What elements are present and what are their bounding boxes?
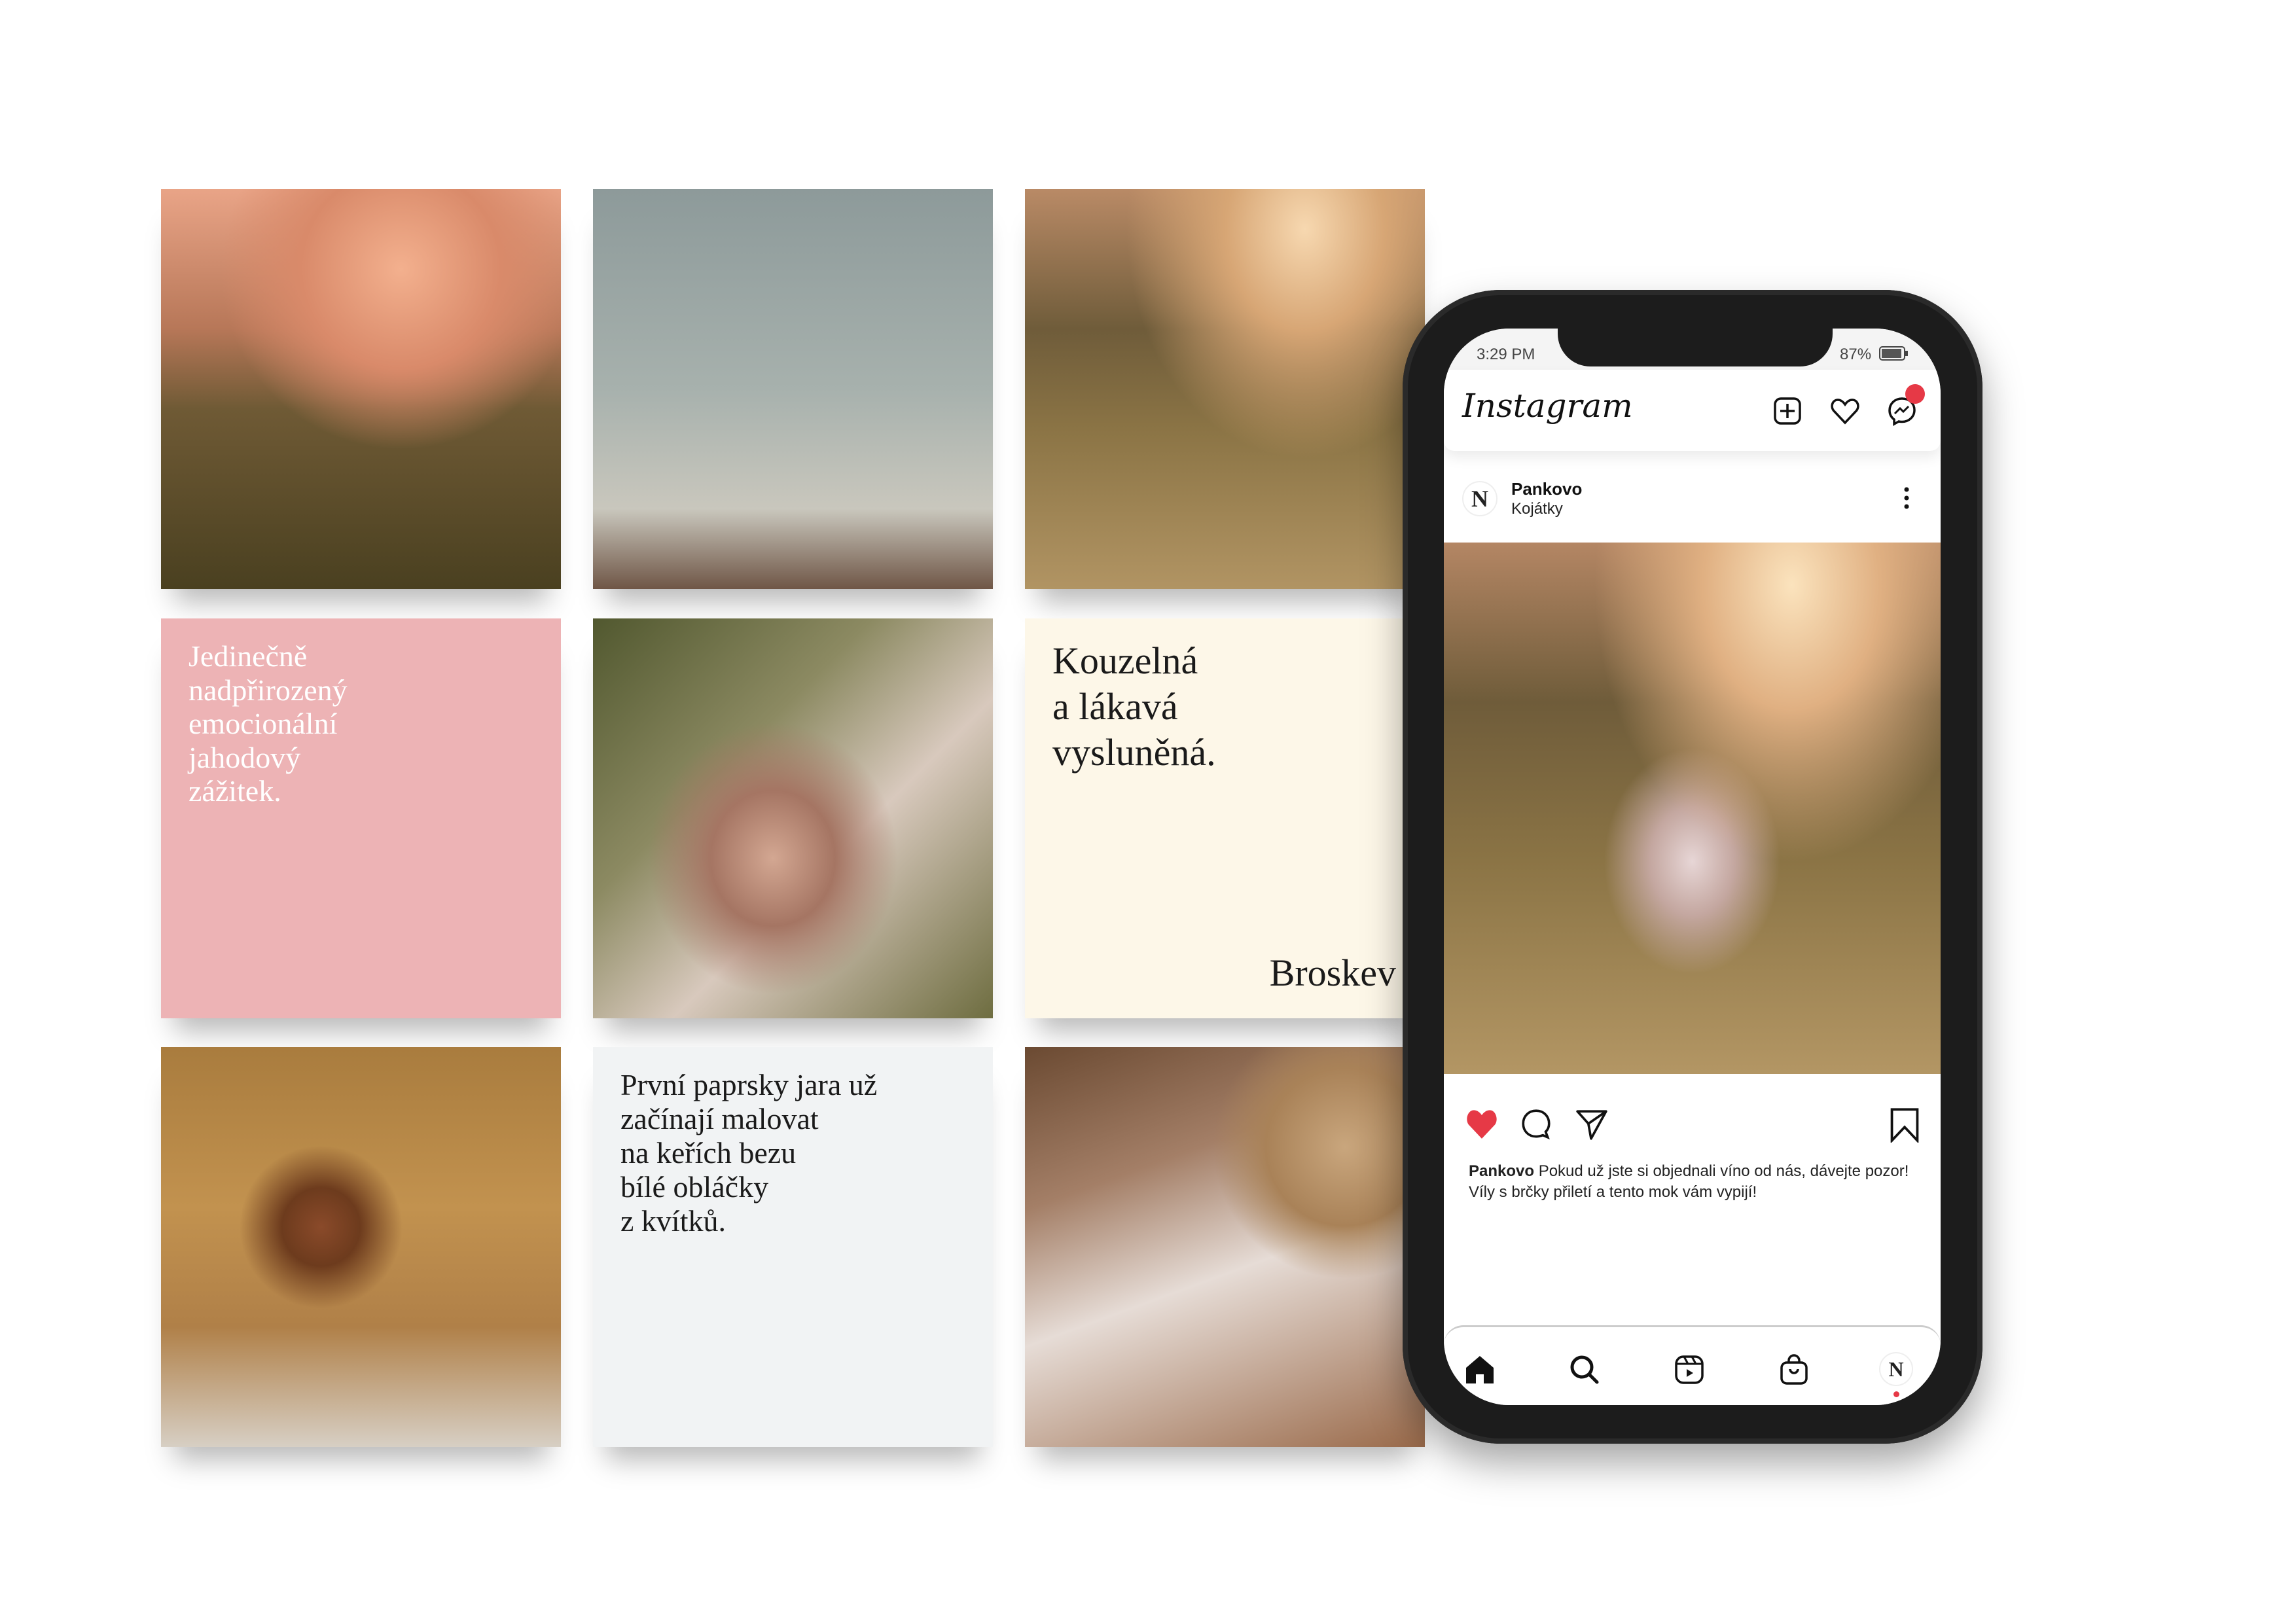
notification-badge bbox=[1905, 384, 1925, 404]
shop-icon[interactable] bbox=[1778, 1353, 1810, 1386]
heart-icon[interactable] bbox=[1829, 395, 1861, 427]
profile-notification-dot bbox=[1893, 1391, 1899, 1397]
phone-screen: 3:29 PM 87% Instagram N Pankovo Kojátky … bbox=[1444, 329, 1941, 1405]
text-line: a lákavá bbox=[1052, 685, 1178, 728]
caption-text: Pokud už jste si objednali víno od nás, … bbox=[1469, 1162, 1909, 1201]
like-filled-icon[interactable] bbox=[1463, 1107, 1500, 1140]
text-line: Jedinečně bbox=[188, 639, 308, 673]
status-battery: 87% bbox=[1840, 346, 1872, 363]
text-line: začínají malovat bbox=[620, 1102, 819, 1135]
bottom-nav: N bbox=[1444, 1325, 1941, 1405]
search-icon[interactable] bbox=[1568, 1353, 1601, 1386]
cream-tile-footer: Broskev bbox=[1269, 952, 1396, 994]
pink-tile-text: Jedinečně nadpřirozený emocionální jahod… bbox=[188, 639, 348, 808]
photo-tile-picnic bbox=[1025, 1047, 1425, 1447]
status-time: 3:29 PM bbox=[1477, 346, 1535, 363]
text-line: nadpřirozený bbox=[188, 673, 348, 707]
text-line: zážitek. bbox=[188, 774, 281, 808]
bookmark-icon[interactable] bbox=[1889, 1107, 1920, 1143]
text-tile-grey: První paprsky jara už začínají malovat n… bbox=[593, 1047, 993, 1447]
post-username[interactable]: Pankovo bbox=[1511, 479, 1582, 499]
text-tile-cream: Kouzelná a lákavá vysluněná. Broskev bbox=[1025, 618, 1425, 1018]
text-line: na keřích bezu bbox=[620, 1136, 797, 1169]
photo-tile-woman-reading bbox=[593, 618, 993, 1018]
text-line: vysluněná. bbox=[1052, 731, 1216, 774]
battery-icon bbox=[1879, 346, 1908, 361]
post-image[interactable] bbox=[1444, 543, 1941, 1074]
profile-avatar[interactable]: N bbox=[1879, 1352, 1913, 1386]
reels-icon[interactable] bbox=[1673, 1353, 1706, 1386]
instagram-logo: Instagram bbox=[1462, 387, 1633, 425]
text-tile-pink: Jedinečně nadpřirozený emocionální jahod… bbox=[161, 618, 561, 1018]
new-post-icon[interactable] bbox=[1771, 395, 1804, 427]
text-line: jahodový bbox=[188, 740, 301, 774]
photo-tile-wine-glass bbox=[161, 189, 561, 589]
text-line: emocionální bbox=[188, 707, 338, 741]
photo-tile-man-grass bbox=[161, 1047, 561, 1447]
home-icon[interactable] bbox=[1463, 1353, 1496, 1386]
post-location[interactable]: Kojátky bbox=[1511, 500, 1563, 518]
post-caption: Pankovo Pokud už jste si objednali víno … bbox=[1469, 1161, 1927, 1203]
grey-tile-text: První paprsky jara už začínají malovat n… bbox=[620, 1068, 877, 1238]
text-line: Kouzelná bbox=[1052, 639, 1198, 682]
caption-username[interactable]: Pankovo bbox=[1469, 1162, 1534, 1180]
text-line: z kvítků. bbox=[620, 1204, 726, 1238]
phone-notch bbox=[1558, 314, 1833, 366]
comment-icon[interactable] bbox=[1519, 1107, 1553, 1141]
text-line: První paprsky jara už bbox=[620, 1068, 878, 1101]
photo-tile-toast bbox=[593, 189, 993, 589]
share-icon[interactable] bbox=[1575, 1107, 1609, 1141]
cream-tile-text: Kouzelná a lákavá vysluněná. bbox=[1052, 638, 1216, 776]
more-options-icon[interactable] bbox=[1902, 486, 1911, 512]
text-line: bílé obláčky bbox=[620, 1170, 769, 1204]
instagram-header: Instagram bbox=[1444, 370, 1941, 451]
photo-tile-woman-meadow bbox=[1025, 189, 1425, 589]
post-avatar[interactable]: N bbox=[1462, 481, 1498, 516]
